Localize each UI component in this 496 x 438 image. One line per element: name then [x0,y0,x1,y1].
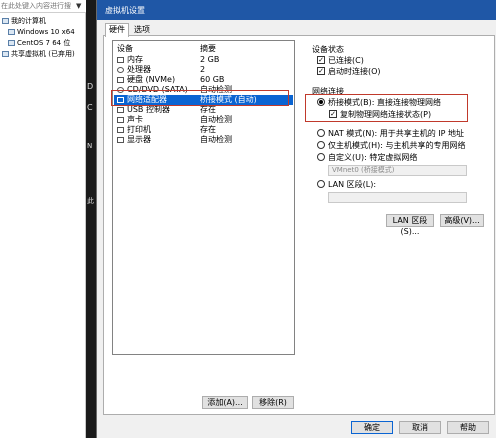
remove-device-button[interactable]: 移除(R) [252,396,294,409]
lan-segments-button[interactable]: LAN 区段(S)... [386,214,434,236]
device-column-header: 设备 [117,44,133,53]
library-search: ▼ [0,0,86,13]
device-row-memory[interactable]: 内存 2 GB [114,55,293,65]
memory-icon [117,57,124,63]
desktop-background: D C N 此 [86,0,96,438]
hard-disk-icon [117,77,124,83]
dialog-title: 虚拟机设置 [105,6,145,15]
device-status-title: 设备状态 [312,45,344,54]
tree-item-shared-vms[interactable]: 共享虚拟机 (已弃用) [2,49,75,59]
device-row-printer[interactable]: 打印机 存在 [114,125,293,135]
lan-segment-label: LAN 区段(L): [328,180,377,189]
search-dropdown-icon[interactable]: ▼ [76,2,81,10]
ok-button[interactable]: 确定 [351,421,393,434]
advanced-button[interactable]: 高级(V)... [440,214,484,227]
tab-options[interactable]: 选项 [131,24,153,36]
nat-radio[interactable] [317,129,325,137]
device-list[interactable]: 设备 摘要 内存 2 GB 处理器 2 硬盘 (NVMe) 60 GB CD/D… [112,40,295,355]
device-row-usb[interactable]: USB 控制器 存在 [114,105,293,115]
tree-item-my-computer[interactable]: 我的计算机 [2,16,46,26]
custom-radio[interactable] [317,153,325,161]
bridged-radio[interactable] [317,98,325,106]
monitor-icon [117,137,124,143]
bridged-label: 桥接模式(B): 直接连接物理网络 [328,98,441,107]
lan-segment-select[interactable] [328,192,467,203]
computer-icon [2,18,9,24]
host-only-radio[interactable] [317,141,325,149]
speaker-icon [117,117,124,123]
tree-item-vm[interactable]: CentOS 7 64 位 [8,38,70,48]
vm-icon [8,40,15,46]
tree-item-vm[interactable]: Windows 10 x64 [8,27,75,37]
printer-icon [117,127,124,133]
add-device-button[interactable]: 添加(A)... [202,396,248,409]
device-row-display[interactable]: 显示器 自动检测 [114,135,293,145]
processor-icon [117,67,124,73]
usb-icon [117,107,124,113]
library-search-input[interactable] [1,1,71,11]
lan-segment-radio[interactable] [317,180,325,188]
desktop-fragment: 此 [87,197,94,205]
device-row-processor[interactable]: 处理器 2 [114,65,293,75]
dialog-titlebar[interactable]: 虚拟机设置 [97,0,496,20]
vm-icon [8,29,15,35]
connected-label: 已连接(C) [328,56,364,65]
connect-at-power-on-checkbox[interactable]: ✓ [317,67,325,75]
vm-settings-dialog: 虚拟机设置 硬件 选项 设备 摘要 内存 2 GB 处理器 2 硬盘 (NVMe… [96,0,496,438]
custom-label: 自定义(U): 特定虚拟网络 [328,153,418,162]
connect-at-power-on-label: 启动时连接(O) [328,67,381,76]
desktop-fragment: D [87,82,94,91]
summary-column-header: 摘要 [200,44,216,53]
cancel-button[interactable]: 取消 [399,421,441,434]
desktop-fragment: C [87,103,93,112]
device-row-sound[interactable]: 声卡 自动检测 [114,115,293,125]
connected-checkbox[interactable]: ✓ [317,56,325,64]
library-panel: ▼ 我的计算机 Windows 10 x64 CentOS 7 64 位 共享虚… [0,0,86,438]
shared-folder-icon [2,51,9,57]
device-highlight-box [111,90,289,106]
replicate-state-label: 复制物理网络连接状态(P) [340,110,432,119]
desktop-fragment: N [87,142,93,150]
tab-hardware[interactable]: 硬件 [105,23,129,37]
host-only-label: 仅主机模式(H): 与主机共享的专用网络 [328,141,466,150]
custom-network-select[interactable]: VMnet0 (桥接模式) [328,165,467,176]
nat-label: NAT 模式(N): 用于共享主机的 IP 地址 [328,129,464,138]
help-button[interactable]: 帮助 [447,421,489,434]
device-row-disk[interactable]: 硬盘 (NVMe) 60 GB [114,75,293,85]
replicate-state-checkbox[interactable]: ✓ [329,110,337,118]
